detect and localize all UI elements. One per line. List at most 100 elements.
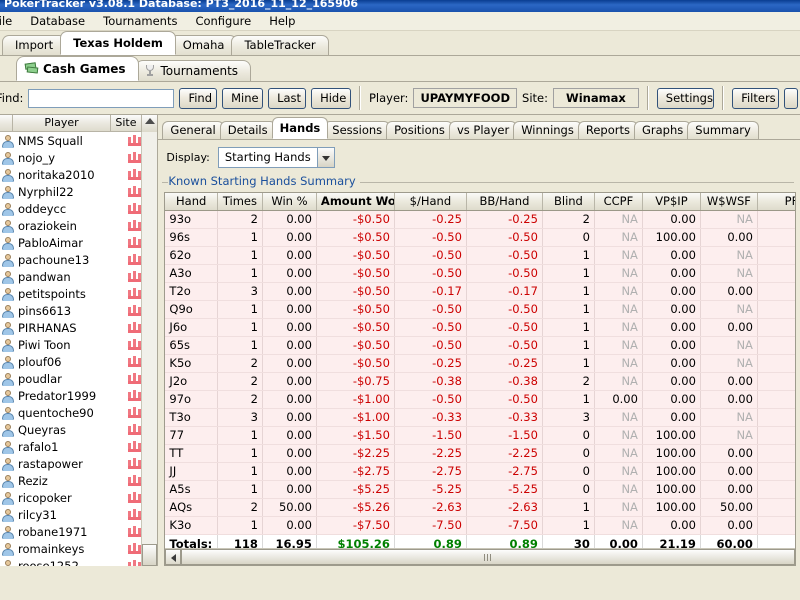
hscroll-left-button[interactable] <box>165 549 182 565</box>
tab-winnings[interactable]: Winnings <box>513 121 582 139</box>
col-hand[interactable]: Hand <box>165 193 218 211</box>
col-times[interactable]: Times <box>217 193 263 211</box>
menu-item-file[interactable]: File <box>0 12 21 30</box>
tab-hands[interactable]: Hands <box>271 117 329 139</box>
tab-tabletracker[interactable]: TableTracker <box>231 35 329 55</box>
table-row[interactable]: K3o 1 0.00 -$7.50 -7.50 -7.50 1 NA 0.00 0.00 <box>165 516 795 535</box>
player-list-item[interactable]: quentoche90 <box>0 404 157 421</box>
hscroll-thumb[interactable] <box>181 549 795 565</box>
menu-item-tournaments[interactable]: Tournaments <box>94 12 186 30</box>
tab-details[interactable]: Details <box>219 121 276 139</box>
tab-vs-player[interactable]: vs Player <box>448 121 518 139</box>
table-row[interactable]: TT10.00-$2.25-2.25-2.250NA100.000.0010 <box>165 444 795 463</box>
player-col-player[interactable]: Player <box>13 115 111 132</box>
col-dollar-per-hand[interactable]: $/Hand <box>394 193 467 211</box>
table-row[interactable]: Q9o 1 0.00 -$0.50 -0.50 -0.50 1 NA 0.00 NA <box>165 300 795 319</box>
table-row[interactable]: JJ10.00-$2.75-2.75-2.750NA100.000.0010 <box>165 462 795 481</box>
site-value[interactable]: Winamax <box>552 88 639 108</box>
table-row[interactable]: 62o 1 0.00 -$0.50 -0.50 -0.50 1 NA 0.00 NA <box>165 246 795 265</box>
player-list-item[interactable]: oraziokein <box>0 217 157 234</box>
player-list-item[interactable]: Queyras <box>0 421 157 438</box>
player-list[interactable]: NMS Squall nojo_y noritaka2010 Nyrphil22 odd… <box>0 132 157 566</box>
player-list-scroll-up-button[interactable] <box>142 115 158 132</box>
col-wwsf[interactable]: W$WSF <box>700 193 758 211</box>
table-row[interactable]: J2o 2 0.00 -$0.75 -0.38 -0.38 2 NA 0.00 0.00 <box>165 372 795 391</box>
player-list-item[interactable]: noritaka2010 <box>0 166 157 183</box>
menu-item-database[interactable]: Database <box>21 12 94 30</box>
player-list-item[interactable]: oddeycc <box>0 200 157 217</box>
menu-item-configure[interactable]: Configure <box>186 12 260 30</box>
chevron-down-icon[interactable] <box>316 147 334 167</box>
col-blind[interactable]: Blind <box>542 193 595 211</box>
tab-cash-games[interactable]: Cash Games <box>16 56 139 81</box>
table-row[interactable]: 65s 1 0.00 -$0.50 -0.50 -0.50 1 NA 0.00 NA <box>165 336 795 355</box>
player-list-item[interactable]: rilcy31 <box>0 506 157 523</box>
table-row[interactable]: AQs250.00-$5.26-2.63-2.631NA100.0050.005 <box>165 498 795 517</box>
table-row[interactable]: A3o 1 0.00 -$0.50 -0.50 -0.50 1 NA 0.00 NA <box>165 264 795 283</box>
mine-button[interactable]: Mine <box>222 87 264 109</box>
table-cell-pf <box>757 246 795 265</box>
player-list-item[interactable]: Nyrphil22 <box>0 183 157 200</box>
player-list-item[interactable]: Piwi Toon <box>0 336 157 353</box>
menu-item-help[interactable]: Help <box>260 12 304 30</box>
tab-positions[interactable]: Positions <box>386 121 453 139</box>
player-col-site[interactable]: Site <box>111 115 143 132</box>
player-list-item[interactable]: romainkeys <box>0 540 157 557</box>
tab-general[interactable]: General <box>162 121 224 139</box>
tab-tournaments[interactable]: Tournaments <box>134 60 252 81</box>
table-row[interactable]: 97o 2 0.00 -$1.00 -0.50 -0.50 1 0.00 0.00 0.00 <box>165 390 795 409</box>
col-ccpf[interactable]: CCPF <box>594 193 643 211</box>
player-list-item[interactable]: roose1252 <box>0 557 157 566</box>
player-list-item[interactable]: PIRHANAS <box>0 319 157 336</box>
player-list-item[interactable]: rastapower <box>0 455 157 472</box>
tab-sessions[interactable]: Sessions <box>324 121 391 139</box>
player-list-item[interactable]: poudlar <box>0 370 157 387</box>
last-button[interactable]: Last <box>268 87 307 109</box>
player-list-item[interactable]: PabloAimar <box>0 234 157 251</box>
hide-button[interactable]: Hide <box>311 87 351 109</box>
hands-grid-scroll-area[interactable]: Hand Times Win % Amount Won $/Hand BB/Ha… <box>165 193 795 548</box>
player-list-item[interactable]: pins6613 <box>0 302 157 319</box>
player-list-item[interactable]: petitspoints <box>0 285 157 302</box>
tab-texas-holdem[interactable]: Texas Holdem <box>60 31 176 55</box>
table-row[interactable]: T3o 3 0.00 -$1.00 -0.33 -0.33 3 NA 0.00 NA <box>165 408 795 427</box>
player-list-item[interactable]: NMS Squall <box>0 132 157 149</box>
player-list-item[interactable]: rafalo1 <box>0 438 157 455</box>
tab-summary[interactable]: Summary <box>687 121 759 139</box>
table-row[interactable]: 96s 1 0.00 -$0.50 -0.50 -0.50 0 NA 100.00 0.00 <box>165 228 795 247</box>
tab-graphs[interactable]: Graphs <box>633 121 692 139</box>
hands-grid-hscrollbar[interactable] <box>165 548 795 565</box>
table-row[interactable]: T2o 3 0.00 -$0.50 -0.17 -0.17 1 NA 0.00 0.00 <box>165 282 795 301</box>
tab-reports[interactable]: Reports <box>577 121 638 139</box>
col-bb-per-hand[interactable]: BB/Hand <box>466 193 543 211</box>
toolbar-overflow-button[interactable] <box>783 87 798 109</box>
player-list-scrollbar[interactable] <box>141 132 158 566</box>
table-row[interactable]: 7710.00-$1.50-1.50-1.500NA100.00NA10 <box>165 426 795 445</box>
table-row[interactable]: J6o 1 0.00 -$0.50 -0.50 -0.50 1 NA 0.00 0.00 <box>165 318 795 337</box>
table-row[interactable]: K5o 2 0.00 -$0.50 -0.25 -0.25 1 NA 0.00 NA <box>165 354 795 373</box>
player-list-item[interactable]: robane1971 <box>0 523 157 540</box>
player-list-item[interactable]: pachoune13 <box>0 251 157 268</box>
player-list-scroll-thumb[interactable] <box>142 544 158 566</box>
player-value[interactable]: UPAYMYFOOD <box>413 88 518 108</box>
col-amount-won[interactable]: Amount Won <box>316 193 395 211</box>
player-list-item[interactable]: plouf06 <box>0 353 157 370</box>
tab-omaha[interactable]: Omaha <box>169 35 238 55</box>
col-win-pct[interactable]: Win % <box>262 193 317 211</box>
settings-button[interactable]: Settings <box>656 87 715 109</box>
player-list-item[interactable]: Predator1999 <box>0 387 157 404</box>
player-list-item[interactable]: pandwan <box>0 268 157 285</box>
find-input[interactable] <box>28 88 175 108</box>
table-row[interactable]: 93o 2 0.00 -$0.50 -0.25 -0.25 2 NA 0.00 NA <box>165 210 795 229</box>
find-button[interactable]: Find <box>179 87 218 109</box>
player-list-item[interactable]: Reziz <box>0 472 157 489</box>
player-list-item[interactable]: ricopoker <box>0 489 157 506</box>
display-select[interactable]: Starting Hands <box>217 146 335 168</box>
table-row[interactable]: A5s10.00-$5.25-5.25-5.250NA100.000.0010 <box>165 480 795 499</box>
col-vpip[interactable]: VP$IP <box>642 193 701 211</box>
filters-button[interactable]: Filters <box>732 87 779 109</box>
player-list-item[interactable]: nojo_y <box>0 149 157 166</box>
tab-import[interactable]: Import <box>2 35 67 55</box>
col-pf[interactable]: PF <box>757 193 795 211</box>
player-col-icon[interactable] <box>0 115 14 132</box>
